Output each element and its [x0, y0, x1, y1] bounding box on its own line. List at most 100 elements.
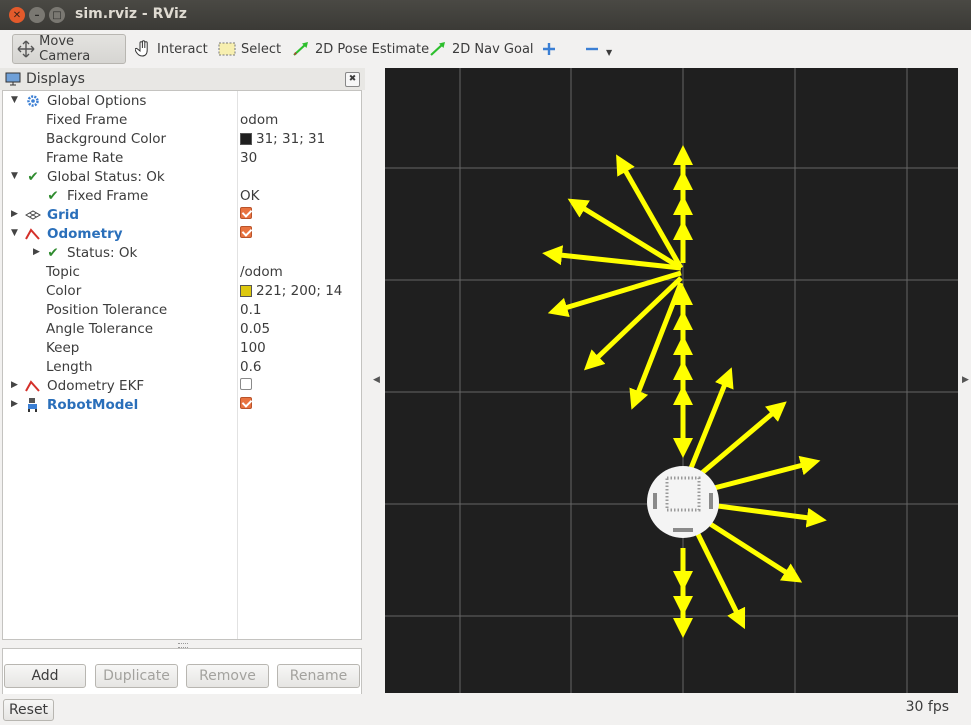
window-title: sim.rviz - RViz — [75, 6, 187, 22]
row-label: Odometry EKF — [47, 378, 145, 394]
title-bar: ✕ – □ sim.rviz - RViz — [0, 0, 971, 30]
row-label: Status: Ok — [67, 245, 138, 261]
odometry-checkbox[interactable] — [240, 226, 252, 238]
robot-model-checkbox-cell — [240, 397, 252, 409]
row-label: Background Color — [46, 131, 167, 147]
tree-row-frame-rate[interactable]: Frame Rate 30 — [3, 149, 361, 168]
tree-row-keep[interactable]: Keep 100 — [3, 339, 361, 358]
row-label: Global Status: Ok — [47, 169, 165, 185]
value-text: 30 — [240, 150, 258, 166]
row-label: Fixed Frame — [46, 112, 128, 128]
position-tolerance-value[interactable]: 0.1 — [240, 302, 261, 318]
tree-row-robot-model[interactable]: ▶ RobotModel — [3, 396, 361, 415]
row-label: Keep — [46, 340, 80, 356]
interact-label: Interact — [157, 41, 208, 57]
toolbar: Move Camera Interact Select 2D Pose Esti… — [0, 30, 971, 68]
tree-row-status-fixed-frame[interactable]: ✔ Fixed Frame OK — [3, 187, 361, 206]
tree-row-odometry[interactable]: ▼ Odometry — [3, 225, 361, 244]
expand-arrow-icon[interactable]: ▼ — [11, 171, 18, 181]
tree-row-fixed-frame[interactable]: Fixed Frame odom — [3, 111, 361, 130]
displays-title: Displays — [26, 71, 85, 87]
expand-arrow-icon[interactable]: ▼ — [11, 95, 18, 105]
tree-row-odometry-status[interactable]: ▶ ✔ Status: Ok — [3, 244, 361, 263]
value-text: 0.05 — [240, 321, 271, 337]
pose-estimate-tool[interactable]: 2D Pose Estimate — [287, 34, 433, 64]
robot-icon — [25, 397, 41, 413]
nav-goal-tool[interactable]: 2D Nav Goal — [424, 34, 538, 64]
move-camera-icon — [17, 40, 35, 58]
length-value[interactable]: 0.6 — [240, 359, 261, 375]
tree-row-global-options[interactable]: ▼ Global Options — [3, 92, 361, 111]
reset-button[interactable]: Reset — [3, 699, 54, 721]
angle-tolerance-value[interactable]: 0.05 — [240, 321, 270, 337]
window-minimize-button[interactable]: – — [29, 7, 45, 23]
nav-goal-label: 2D Nav Goal — [452, 41, 534, 57]
row-label: Frame Rate — [46, 150, 124, 166]
collapse-arrow-icon[interactable]: ▶ — [11, 209, 18, 219]
background-color-value[interactable]: 31; 31; 31 — [240, 131, 325, 147]
collapse-arrow-icon[interactable]: ▶ — [11, 399, 18, 409]
collapse-right-arrow-icon[interactable]: ▶ — [962, 375, 969, 385]
grid-checkbox[interactable] — [240, 207, 252, 219]
collapse-arrow-icon[interactable]: ▶ — [11, 380, 18, 390]
collapse-left-arrow-icon[interactable]: ◀ — [373, 375, 380, 385]
remove-tool-button[interactable]: ▼ — [578, 34, 616, 64]
keep-value[interactable]: 100 — [240, 340, 266, 356]
row-label: Fixed Frame — [67, 188, 149, 204]
interact-tool[interactable]: Interact — [129, 34, 212, 64]
value-text: OK — [240, 188, 260, 204]
green-arrow-icon — [428, 40, 448, 58]
select-tool[interactable]: Select — [213, 34, 285, 64]
color-swatch — [240, 285, 252, 297]
move-camera-tool[interactable]: Move Camera — [12, 34, 126, 64]
expand-arrow-icon[interactable]: ▼ — [11, 228, 18, 238]
row-label: Topic — [46, 264, 80, 280]
tree-row-grid[interactable]: ▶ Grid — [3, 206, 361, 225]
chevron-down-icon: ▼ — [606, 47, 613, 57]
displays-tree[interactable]: ▼ Global Options Fixed Frame odom Backgr… — [2, 90, 362, 640]
move-camera-label: Move Camera — [39, 34, 91, 64]
tree-row-angle-tolerance[interactable]: Angle Tolerance 0.05 — [3, 320, 361, 339]
robot-model-checkbox[interactable] — [240, 397, 252, 409]
rename-button[interactable]: Rename — [277, 664, 360, 688]
collapse-arrow-icon[interactable]: ▶ — [33, 247, 40, 257]
hand-icon — [133, 40, 153, 58]
monitor-icon — [5, 72, 21, 86]
frame-rate-value[interactable]: 30 — [240, 150, 257, 166]
fixed-frame-value[interactable]: odom — [240, 112, 278, 128]
tree-row-topic[interactable]: Topic /odom — [3, 263, 361, 282]
row-label: Length — [46, 359, 93, 375]
render-view[interactable] — [385, 68, 958, 693]
displays-panel: Displays ✖ ▼ Global Options Fixed Frame … — [0, 68, 365, 724]
minus-icon — [582, 40, 602, 58]
checkmark-icon: ✔ — [47, 245, 59, 261]
tree-row-global-status[interactable]: ▼ ✔ Global Status: Ok — [3, 168, 361, 187]
panel-close-button[interactable]: ✖ — [345, 72, 360, 87]
add-button[interactable]: Add — [4, 664, 86, 688]
pose-estimate-label: 2D Pose Estimate — [315, 41, 430, 57]
grid-checkbox-cell — [240, 207, 252, 219]
tree-row-position-tolerance[interactable]: Position Tolerance 0.1 — [3, 301, 361, 320]
color-value[interactable]: 221; 200; 14 — [240, 283, 342, 299]
window-maximize-button[interactable]: □ — [49, 7, 65, 23]
value-text: 221; 200; 14 — [256, 283, 343, 299]
render-canvas[interactable] — [385, 68, 958, 693]
odometry-checkbox-cell — [240, 226, 252, 238]
tree-row-length[interactable]: Length 0.6 — [3, 358, 361, 377]
tree-row-color[interactable]: Color 221; 200; 14 — [3, 282, 361, 301]
fps-readout: 30 fps — [905, 699, 949, 715]
odometry-ekf-checkbox[interactable] — [240, 378, 252, 390]
topic-value[interactable]: /odom — [240, 264, 283, 280]
add-tool-button[interactable] — [535, 34, 563, 64]
status-fixed-frame-value: OK — [240, 188, 259, 204]
value-text: 0.6 — [240, 359, 262, 375]
tree-row-odometry-ekf[interactable]: ▶ Odometry EKF — [3, 377, 361, 396]
robot-model — [647, 466, 719, 538]
odometry-ekf-checkbox-cell — [240, 378, 252, 390]
duplicate-button[interactable]: Duplicate — [95, 664, 178, 688]
window-close-button[interactable]: ✕ — [9, 7, 25, 23]
displays-panel-header: Displays ✖ — [0, 68, 365, 90]
value-text: 100 — [240, 340, 266, 356]
tree-row-background-color[interactable]: Background Color 31; 31; 31 — [3, 130, 361, 149]
remove-button[interactable]: Remove — [186, 664, 269, 688]
